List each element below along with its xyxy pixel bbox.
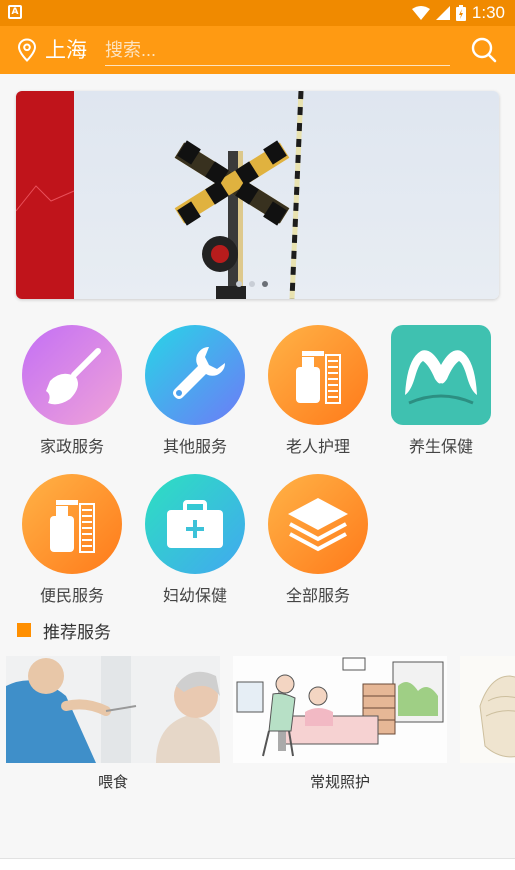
section-title: 推荐服务 bbox=[43, 622, 111, 643]
broom-icon bbox=[22, 325, 122, 425]
service-label: 老人护理 bbox=[285, 437, 350, 456]
bottom-navigation bbox=[0, 858, 515, 870]
carousel-dot[interactable] bbox=[249, 281, 255, 287]
search-icon[interactable] bbox=[470, 36, 498, 64]
service-other[interactable]: 其他服务 bbox=[135, 325, 255, 457]
service-all[interactable]: 全部服务 bbox=[258, 474, 378, 606]
clock: 1:30 bbox=[471, 3, 505, 22]
service-elderly-care[interactable]: 老人护理 bbox=[258, 325, 378, 457]
wifi-icon bbox=[411, 6, 430, 20]
feeding-photo bbox=[6, 656, 220, 763]
card-caption: 常规照护 bbox=[309, 773, 370, 791]
routine-care-illustration bbox=[233, 656, 447, 763]
service-label: 养生保健 bbox=[408, 437, 473, 456]
service-wellness[interactable]: 养生保健 bbox=[381, 325, 501, 457]
health-mountain-icon bbox=[391, 325, 491, 425]
recommend-list: 喂食 常规照护 bbox=[0, 656, 515, 806]
recommend-card-partial[interactable] bbox=[460, 656, 515, 771]
banner-image bbox=[16, 91, 304, 299]
care-bottle-icon bbox=[268, 325, 368, 425]
section-marker bbox=[17, 623, 31, 637]
service-label: 便民服务 bbox=[39, 586, 104, 605]
partial-card-image bbox=[460, 656, 515, 763]
carousel-indicators bbox=[236, 281, 268, 287]
card-caption: 喂食 bbox=[97, 773, 128, 791]
status-right-group: 1:30 bbox=[411, 3, 505, 23]
status-bar: A 1:30 bbox=[0, 0, 515, 26]
search-input[interactable] bbox=[105, 36, 450, 66]
service-convenience[interactable]: 便民服务 bbox=[12, 474, 132, 606]
convenience-bottle-icon bbox=[22, 474, 122, 574]
service-label: 其他服务 bbox=[162, 437, 227, 456]
recommend-card-feeding[interactable]: 喂食 bbox=[6, 656, 220, 792]
service-label: 全部服务 bbox=[285, 586, 350, 605]
service-label: 家政服务 bbox=[39, 437, 104, 456]
carousel-dot-active[interactable] bbox=[262, 281, 268, 287]
signal-icon bbox=[435, 6, 450, 20]
wrench-icon bbox=[145, 325, 245, 425]
location-pin-icon[interactable] bbox=[17, 38, 37, 62]
city-selector[interactable]: 上海 bbox=[45, 36, 87, 64]
medical-kit-icon bbox=[145, 474, 245, 574]
service-housekeeping[interactable]: 家政服务 bbox=[12, 325, 132, 457]
recommend-card-routine-care[interactable]: 常规照护 bbox=[233, 656, 447, 792]
battery-icon bbox=[455, 5, 466, 21]
banner-carousel[interactable] bbox=[16, 91, 499, 299]
recommend-header: 推荐服务 bbox=[17, 618, 111, 643]
layers-icon bbox=[268, 474, 368, 574]
top-bar: 上海 bbox=[0, 26, 515, 74]
service-maternal-child[interactable]: 妇幼保健 bbox=[135, 474, 255, 606]
carousel-dot[interactable] bbox=[236, 281, 242, 287]
app-notification-icon: A bbox=[8, 5, 22, 19]
service-label: 妇幼保健 bbox=[162, 586, 227, 605]
